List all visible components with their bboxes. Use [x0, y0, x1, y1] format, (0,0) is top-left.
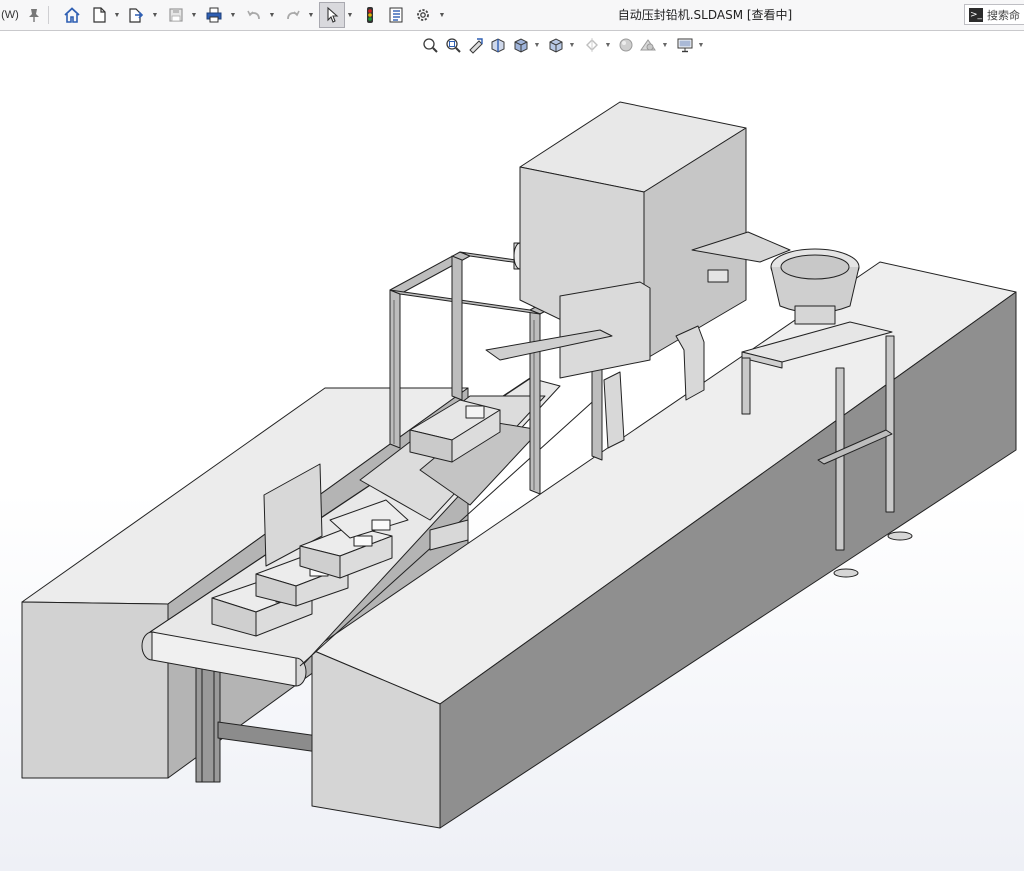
save-dropdown-chevron-icon[interactable]: ▼: [190, 0, 198, 30]
home-icon[interactable]: [60, 0, 84, 30]
print-icon[interactable]: [202, 0, 226, 30]
select-pointer-icon[interactable]: [319, 2, 345, 28]
open-file-icon[interactable]: [124, 0, 148, 30]
gear-icon[interactable]: [411, 0, 435, 30]
options-dropdown-chevron-icon[interactable]: ▼: [438, 0, 446, 30]
redo-dropdown-chevron-icon[interactable]: ▼: [307, 0, 315, 30]
search-commands-input[interactable]: >_ 搜索命: [964, 4, 1024, 25]
new-dropdown-chevron-icon[interactable]: ▼: [113, 0, 121, 30]
redo-icon[interactable]: [281, 0, 305, 30]
print-dropdown-chevron-icon[interactable]: ▼: [229, 0, 237, 30]
document-title: 自动压封铅机.SLDASM [查看中]: [617, 8, 793, 22]
undo-icon[interactable]: [242, 0, 266, 30]
assembly-model[interactable]: [0, 31, 1024, 871]
select-dropdown-chevron-icon[interactable]: ▼: [346, 0, 354, 30]
undo-dropdown-chevron-icon[interactable]: ▼: [268, 0, 276, 30]
menu-w[interactable]: (W): [0, 0, 20, 30]
command-search-icon: >_: [969, 7, 983, 22]
search-commands-label: 搜索命: [987, 8, 1020, 22]
file-properties-icon[interactable]: [384, 0, 408, 30]
save-icon[interactable]: [164, 0, 188, 30]
new-document-icon[interactable]: [87, 0, 111, 30]
open-dropdown-chevron-icon[interactable]: ▼: [151, 0, 159, 30]
top-toolbar: (W) ▼ ▼ ▼ ▼ ▼ ▼ ▼ ▼ 自动压封铅机.SLDASM [查看中]: [0, 0, 1024, 31]
pin-icon[interactable]: [22, 0, 46, 30]
press-unit: [485, 281, 651, 379]
rebuild-traffic-light-icon[interactable]: [358, 0, 382, 30]
